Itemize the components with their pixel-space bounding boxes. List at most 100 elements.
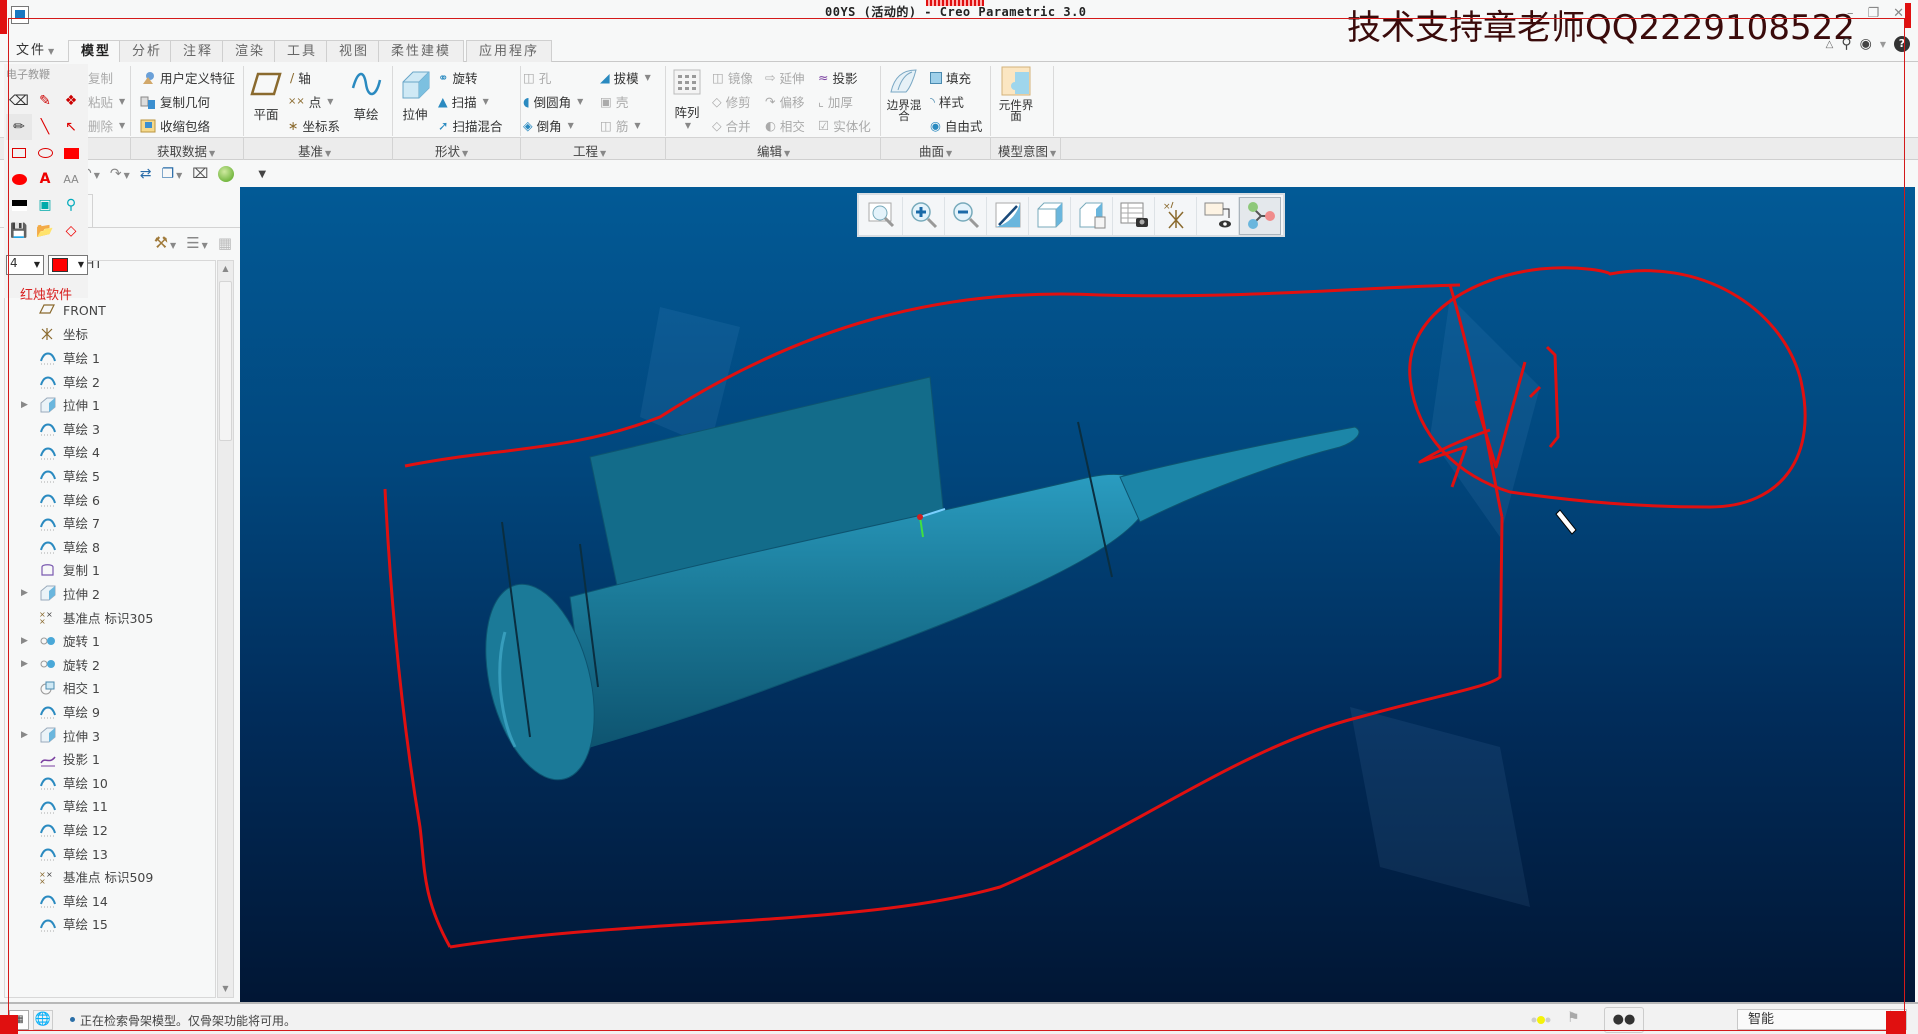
blackboard-icon[interactable] bbox=[6, 192, 32, 218]
copy-geometry-button[interactable]: 复制几何 bbox=[140, 92, 210, 111]
tree-item[interactable]: 草绘 12 bbox=[5, 817, 215, 841]
settings-hammer-icon[interactable]: ⚒ ▼ bbox=[154, 233, 177, 252]
chamfer-button[interactable]: ◈ 倒角 ▼ bbox=[523, 116, 574, 135]
udf-button[interactable]: 用户定义特征 bbox=[140, 68, 235, 87]
pen-icon[interactable]: ✎ bbox=[32, 88, 58, 114]
filled-rectangle-icon[interactable] bbox=[58, 140, 84, 166]
scroll-down-icon[interactable]: ▼ bbox=[218, 981, 233, 997]
project-button[interactable]: ≈ 投影 bbox=[818, 68, 858, 87]
datum-display-filters-button[interactable]: × bbox=[1155, 197, 1197, 235]
close-icon[interactable]: ✕ bbox=[1893, 6, 1904, 21]
expand-arrow-icon[interactable]: ▶ bbox=[21, 400, 33, 410]
expand-arrow-icon[interactable]: ▶ bbox=[21, 730, 33, 740]
tree-item[interactable]: 复制 1 bbox=[5, 558, 215, 582]
tree-item[interactable]: 草绘 14 bbox=[5, 888, 215, 912]
intersect-button[interactable]: ◐ 相交 bbox=[765, 116, 805, 135]
shrinkwrap-button[interactable]: 收缩包络 bbox=[140, 116, 210, 135]
tree-item[interactable]: 草绘 10 bbox=[5, 770, 215, 794]
tab-applications[interactable]: 应用程序 bbox=[466, 40, 553, 62]
plane-button[interactable]: 平面 bbox=[248, 70, 284, 123]
rectangle-icon[interactable] bbox=[6, 140, 32, 166]
tree-item[interactable]: 草绘 2 bbox=[5, 369, 215, 393]
tree-item[interactable]: ▶ 拉伸 3 bbox=[5, 723, 215, 747]
selection-filter-dropdown[interactable]: 智能▼ bbox=[1737, 1009, 1907, 1030]
filled-ellipse-icon[interactable] bbox=[6, 166, 32, 192]
line-icon[interactable]: ╲ bbox=[32, 114, 58, 140]
graphics-window[interactable]: × bbox=[240, 187, 1915, 1002]
magnifier-icon[interactable]: ⚲ bbox=[58, 192, 84, 218]
tree-item[interactable]: 草绘 6 bbox=[5, 487, 215, 511]
restore-icon[interactable]: ❐ bbox=[1867, 6, 1879, 21]
tree-item[interactable]: 投影 1 bbox=[5, 747, 215, 771]
regen-status-icon[interactable] bbox=[1530, 1014, 1551, 1024]
pencil-icon[interactable]: ✏ bbox=[6, 114, 32, 140]
tab-render[interactable]: 渲染 bbox=[222, 40, 279, 62]
clear-icon[interactable]: ❖ bbox=[58, 88, 84, 114]
extrude-button[interactable]: 拉伸 bbox=[396, 70, 434, 123]
zoom-out-button[interactable] bbox=[945, 197, 987, 235]
extend-button[interactable]: ⇨ 延伸 bbox=[765, 68, 805, 87]
group-datum[interactable]: 基准 ▼ bbox=[298, 141, 331, 160]
text-icon[interactable]: A bbox=[32, 166, 58, 192]
tree-item[interactable]: ▶ 旋转 2 bbox=[5, 652, 215, 676]
status-ball-icon[interactable] bbox=[218, 166, 235, 182]
paste-button[interactable]: 粘贴 ▼ bbox=[88, 92, 125, 111]
tree-item[interactable]: 草绘 8 bbox=[5, 534, 215, 558]
scroll-thumb[interactable] bbox=[219, 281, 232, 441]
display-style-button[interactable] bbox=[1029, 197, 1071, 235]
mirror-button[interactable]: ◫ 镜像 bbox=[712, 68, 753, 87]
group-shapes[interactable]: 形状 ▼ bbox=[435, 141, 468, 160]
repaint-button[interactable] bbox=[987, 197, 1029, 235]
expand-arrow-icon[interactable]: ▶ bbox=[21, 636, 33, 646]
find-binoculars-icon[interactable]: ●● bbox=[1604, 1007, 1644, 1033]
offset-button[interactable]: ↷ 偏移 bbox=[765, 92, 805, 111]
axis-button[interactable]: / 轴 bbox=[290, 68, 311, 87]
tree-item[interactable]: 坐标 bbox=[5, 322, 215, 346]
diamond-icon[interactable]: ◇ bbox=[58, 218, 84, 244]
tab-tools[interactable]: 工具 bbox=[274, 40, 331, 62]
pattern-button[interactable]: 阵列 ▼ bbox=[668, 68, 706, 130]
scroll-up-icon[interactable]: ▲ bbox=[218, 261, 233, 277]
tree-item[interactable]: × × × 基准点 标识509 bbox=[5, 865, 215, 889]
tree-item[interactable]: 相交 1 bbox=[5, 676, 215, 700]
sketch-button[interactable]: 草绘 bbox=[348, 70, 384, 123]
flag-icon[interactable]: ⚑ bbox=[1567, 1010, 1580, 1026]
tree-item[interactable]: 草绘 11 bbox=[5, 794, 215, 818]
tree-item[interactable]: ▶ 拉伸 1 bbox=[5, 393, 215, 417]
app-icon[interactable] bbox=[11, 6, 29, 24]
tab-file[interactable]: 文件 ▼ bbox=[4, 40, 68, 62]
screen-icon[interactable]: ▣ bbox=[32, 192, 58, 218]
model-tree-scrollbar[interactable]: ▲ ▼ bbox=[217, 260, 234, 998]
tree-item[interactable]: × × × 基准点 标识305 bbox=[5, 605, 215, 629]
tree-item[interactable]: 草绘 1 bbox=[5, 345, 215, 369]
merge-button[interactable]: ◇ 合并 bbox=[712, 116, 751, 135]
group-model-intent[interactable]: 模型意图 ▼ bbox=[998, 141, 1056, 160]
thicken-button[interactable]: ⌞ 加厚 bbox=[818, 92, 853, 111]
point-button[interactable]: ×× 点 ▼ bbox=[288, 92, 333, 111]
spin-center-button[interactable] bbox=[1239, 197, 1281, 235]
tree-item[interactable]: 草绘 3 bbox=[5, 416, 215, 440]
tree-item[interactable]: 草绘 15 bbox=[5, 912, 215, 936]
group-engineering[interactable]: 工程 ▼ bbox=[573, 141, 606, 160]
pen-color-select[interactable]: ▼ bbox=[48, 255, 88, 275]
rib-button[interactable]: ◫ 筋 ▼ bbox=[600, 116, 640, 135]
view-manager-button[interactable] bbox=[1113, 197, 1155, 235]
redo-icon[interactable]: ↷ ▼ bbox=[110, 166, 130, 182]
tree-item[interactable]: 草绘 13 bbox=[5, 841, 215, 865]
tree-item[interactable]: 草绘 9 bbox=[5, 699, 215, 723]
refit-button[interactable] bbox=[861, 197, 903, 235]
tree-item[interactable]: ▶ 旋转 1 bbox=[5, 629, 215, 653]
ellipse-icon[interactable] bbox=[32, 140, 58, 166]
sweep-button[interactable]: ▲ 扫描 ▼ bbox=[438, 92, 489, 111]
close-window-icon[interactable]: ⌧ bbox=[192, 166, 208, 182]
trim-button[interactable]: ◇ 修剪 bbox=[712, 92, 751, 111]
tab-analysis[interactable]: 分析 bbox=[119, 40, 176, 62]
model-viewport[interactable] bbox=[240, 187, 1915, 1002]
group-editing[interactable]: 编辑 ▼ bbox=[757, 141, 790, 160]
tab-model[interactable]: 模型 bbox=[68, 40, 125, 63]
expand-arrow-icon[interactable]: ▶ bbox=[21, 588, 33, 598]
fill-button[interactable]: 填充 bbox=[930, 68, 971, 87]
tree-item[interactable]: 草绘 4 bbox=[5, 440, 215, 464]
draft-button[interactable]: ◢ 拔模 ▼ bbox=[600, 68, 651, 87]
save-icon[interactable]: 💾 bbox=[6, 218, 32, 244]
